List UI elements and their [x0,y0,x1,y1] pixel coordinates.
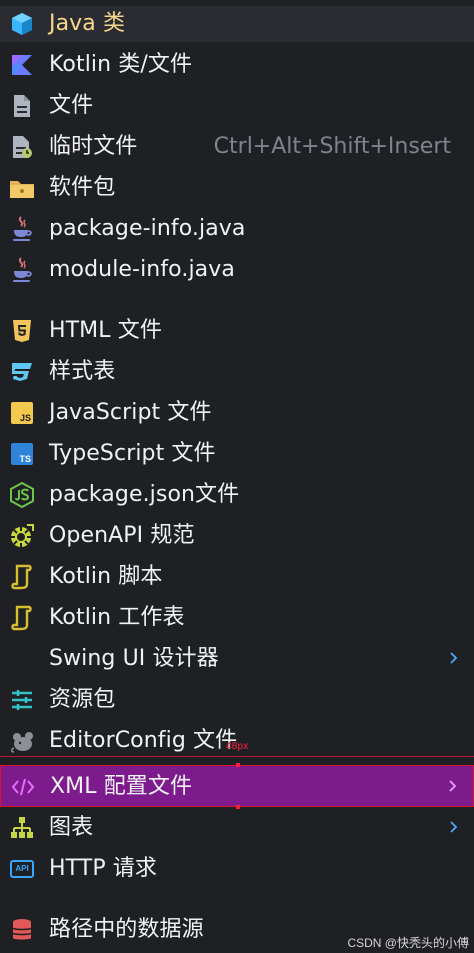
xml-code-icon [10,774,36,800]
openapi-icon [9,523,35,549]
diagram-icon [9,815,35,841]
menu-item-swing-ui-designer[interactable]: Swing UI 设计器 [0,641,474,677]
api-icon: API [9,856,35,882]
menu-item-stylesheet[interactable]: 样式表 [0,354,474,390]
menu-item-scratch-file[interactable]: 临时文件 Ctrl+Alt+Shift+Insert [0,129,474,165]
menu-item-xml-config-file[interactable]: XML 配置文件 [0,763,474,809]
file-icon [9,93,35,119]
menu-item-label: Kotlin 脚本 [49,564,163,589]
menu-item-typescript-file[interactable]: TS TypeScript 文件 [0,436,474,472]
menu-item-label: OpenAPI 规范 [49,523,195,548]
chevron-right-icon [446,774,460,798]
menu-item-file[interactable]: 文件 [0,88,474,124]
menu-separator [0,896,474,897]
menu-item-label: 软件包 [49,175,116,200]
menu-item-label: HTML 文件 [49,318,162,343]
database-icon [9,917,35,943]
menu-item-kotlin-class-file[interactable]: Kotlin 类/文件 [0,47,474,83]
menu-item-openapi[interactable]: OpenAPI 规范 [0,518,474,554]
menu-item-label: 路径中的数据源 [49,917,204,942]
kotlin-icon [9,52,35,78]
menu-item-label: EditorConfig 文件 [49,728,238,753]
menu-item-label: Swing UI 设计器 [49,646,219,671]
menu-item-label: package.json文件 [49,482,240,507]
menu-item-javascript-file[interactable]: JS JavaScript 文件 [0,395,474,431]
new-file-menu: Java 类 Kotlin 类/文件 文件 临时文件 Ctrl+Alt+Shif… [0,0,474,953]
menu-item-label: 图表 [49,815,94,840]
menu-item-label: Java 类 [49,11,126,36]
menu-item-package-info[interactable]: package-info.java [0,211,474,247]
menu-item-resource-bundle[interactable]: 资源包 [0,682,474,718]
menu-item-html-file[interactable]: HTML 文件 [0,313,474,349]
measurement-guide-line [0,756,474,757]
measurement-label: 48px [226,741,249,752]
typescript-icon: TS [9,441,35,467]
package-folder-icon [9,175,35,201]
menu-item-label: 临时文件 [49,134,138,159]
menu-item-java-class[interactable]: Java 类 [0,6,474,42]
menu-separator [0,297,474,298]
menu-item-label: JavaScript 文件 [49,400,212,425]
scratch-file-icon [9,134,35,160]
chevron-right-icon [447,646,461,670]
menu-item-shortcut: Ctrl+Alt+Shift+Insert [213,134,451,159]
kotlin-worksheet-icon [9,605,35,631]
css-icon [9,359,35,385]
chevron-right-icon [447,815,461,839]
editorconfig-mouse-icon [9,728,35,754]
menu-item-label: 样式表 [49,359,116,384]
kotlin-script-icon [9,564,35,590]
menu-item-kotlin-worksheet[interactable]: Kotlin 工作表 [0,600,474,636]
html5-icon [9,318,35,344]
csdn-watermark: CSDN @快秃头的小傅 [347,936,469,950]
menu-item-diagram[interactable]: 图表 [0,810,474,846]
menu-item-label: 文件 [49,93,94,118]
menu-item-module-info[interactable]: module-info.java [0,252,474,288]
menu-item-label: HTTP 请求 [49,856,157,881]
java-class-icon [9,11,35,37]
javascript-icon: JS [9,400,35,426]
nodejs-icon [9,482,35,508]
menu-item-label: TypeScript 文件 [49,441,216,466]
menu-item-http-request[interactable]: API HTTP 请求 [0,851,474,887]
menu-item-package[interactable]: 软件包 [0,170,474,206]
menu-item-label: module-info.java [49,257,235,282]
java-cup-icon [9,216,35,242]
menu-item-label: Kotlin 工作表 [49,605,185,630]
menu-item-label: 资源包 [49,687,116,712]
menu-item-label: package-info.java [49,216,246,241]
resource-bundle-icon [9,687,35,713]
java-cup-icon [9,257,35,283]
menu-item-package-json[interactable]: package.json文件 [0,477,474,513]
menu-item-label: XML 配置文件 [50,774,193,799]
menu-item-label: Kotlin 类/文件 [49,52,193,77]
menu-item-kotlin-script[interactable]: Kotlin 脚本 [0,559,474,595]
